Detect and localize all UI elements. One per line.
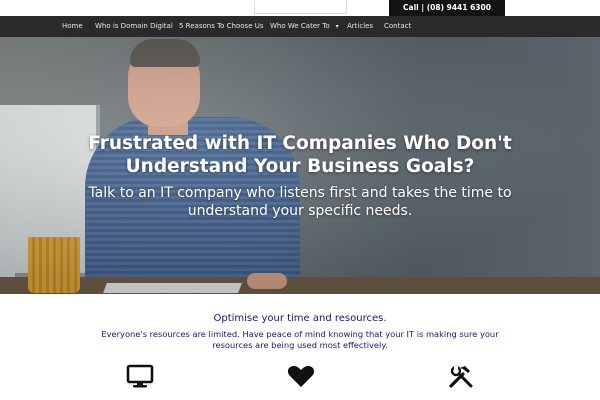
nav-item-who-we-cater-to[interactable]: Who We Cater To ▾ (270, 16, 339, 37)
nav-item-contact[interactable]: Contact (384, 16, 411, 37)
call-button[interactable]: Call | (08) 9441 6300 (389, 0, 505, 16)
search-box[interactable] (254, 0, 347, 14)
hero-title: Frustrated with IT Companies Who Don't U… (88, 133, 512, 177)
section-title: Optimise your time and resources. (213, 313, 387, 324)
monitor-icon (126, 364, 154, 388)
main-nav: Home Who is Domain Digital 5 Reasons To … (0, 16, 600, 37)
hero-subtitle: Talk to an IT company who listens first … (88, 185, 512, 219)
top-bar: Call | (08) 9441 6300 (0, 0, 600, 16)
nav-item-articles[interactable]: Articles (347, 16, 373, 37)
section-text: Everyone's resources are limited. Have p… (101, 329, 499, 350)
heart-icon (287, 366, 315, 387)
nav-item-5-reasons[interactable]: 5 Reasons To Choose Us (179, 16, 264, 37)
nav-item-who-is-domain-digital[interactable]: Who is Domain Digital (95, 16, 173, 37)
hero-banner: Frustrated with IT Companies Who Don't U… (0, 37, 600, 294)
nav-item-label: Who We Cater To (270, 22, 330, 30)
nav-item-home[interactable]: Home (62, 16, 83, 37)
tools-icon (449, 365, 473, 388)
chevron-down-icon: ▾ (335, 23, 339, 30)
